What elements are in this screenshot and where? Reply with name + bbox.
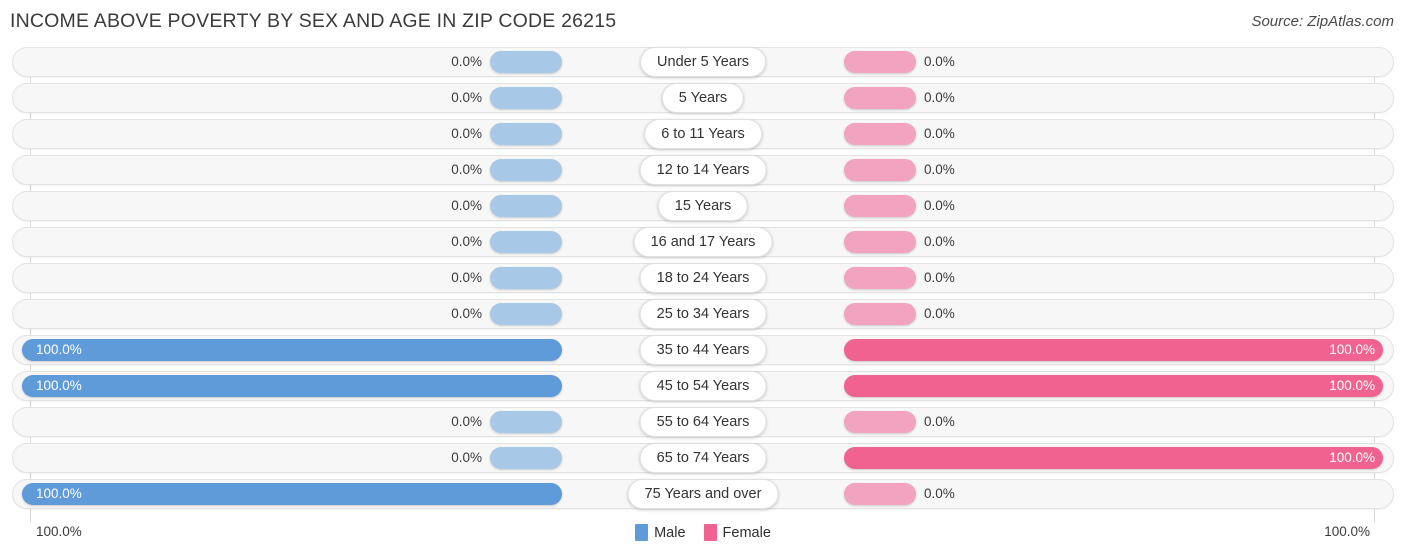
- male-value-label: 0.0%: [451, 90, 482, 105]
- male-bar[interactable]: [490, 447, 562, 469]
- male-value-label: 0.0%: [451, 414, 482, 429]
- legend-swatch-female-icon: [703, 524, 717, 541]
- chart-row: 0.0% 0.0% Under 5 Years: [0, 44, 1406, 80]
- male-value-label: 100.0%: [36, 342, 82, 357]
- male-bar[interactable]: [490, 87, 562, 109]
- category-label: 25 to 34 Years: [639, 299, 767, 329]
- female-value-label: 0.0%: [924, 126, 955, 141]
- chart-row: 0.0% 0.0% 16 and 17 Years: [0, 224, 1406, 260]
- male-value-label: 0.0%: [451, 234, 482, 249]
- category-label: 75 Years and over: [627, 479, 779, 509]
- female-value-label: 0.0%: [924, 414, 955, 429]
- category-label: 45 to 54 Years: [639, 371, 767, 401]
- female-bar[interactable]: [844, 123, 916, 145]
- male-value-label: 0.0%: [451, 54, 482, 69]
- male-bar[interactable]: [490, 231, 562, 253]
- category-label: 35 to 44 Years: [639, 335, 767, 365]
- chart-footer: 100.0% 100.0% Male Female: [0, 520, 1406, 559]
- female-bar[interactable]: [844, 159, 916, 181]
- male-bar-area: [22, 339, 562, 361]
- chart-row: 0.0% 0.0% 25 to 34 Years: [0, 296, 1406, 332]
- male-bar[interactable]: [490, 267, 562, 289]
- female-value-label: 0.0%: [924, 486, 955, 501]
- female-bar-area: [844, 339, 1383, 361]
- category-label: 12 to 14 Years: [639, 155, 767, 185]
- male-bar-area: [22, 483, 562, 505]
- chart-row: 0.0% 100.0% 65 to 74 Years: [0, 440, 1406, 476]
- male-bar-area: [22, 375, 562, 397]
- male-value-label: 100.0%: [36, 378, 82, 393]
- category-label: 5 Years: [661, 83, 745, 113]
- female-value-label: 0.0%: [924, 234, 955, 249]
- male-bar[interactable]: [490, 123, 562, 145]
- chart-row: 100.0% 100.0% 35 to 44 Years: [0, 332, 1406, 368]
- female-bar-area: [844, 375, 1383, 397]
- category-label: 18 to 24 Years: [639, 263, 767, 293]
- female-value-label: 0.0%: [924, 162, 955, 177]
- female-bar[interactable]: [844, 231, 916, 253]
- male-bar[interactable]: [490, 411, 562, 433]
- female-bar[interactable]: [844, 303, 916, 325]
- legend-item-female[interactable]: Female: [703, 524, 771, 541]
- male-bar[interactable]: [22, 483, 562, 505]
- female-bar[interactable]: [844, 87, 916, 109]
- chart-page: INCOME ABOVE POVERTY BY SEX AND AGE IN Z…: [0, 0, 1406, 559]
- female-value-label: 0.0%: [924, 306, 955, 321]
- female-value-label: 100.0%: [1329, 450, 1375, 465]
- chart-row: 0.0% 0.0% 18 to 24 Years: [0, 260, 1406, 296]
- female-value-label: 0.0%: [924, 198, 955, 213]
- chart-row: 100.0% 0.0% 75 Years and over: [0, 476, 1406, 512]
- female-value-label: 0.0%: [924, 270, 955, 285]
- male-bar[interactable]: [490, 159, 562, 181]
- female-value-label: 100.0%: [1329, 342, 1375, 357]
- chart-row: 0.0% 0.0% 6 to 11 Years: [0, 116, 1406, 152]
- legend-swatch-male-icon: [635, 524, 649, 541]
- female-bar[interactable]: [844, 375, 1383, 397]
- female-bar[interactable]: [844, 267, 916, 289]
- category-label: 6 to 11 Years: [644, 119, 762, 149]
- female-bar[interactable]: [844, 447, 1383, 469]
- male-value-label: 0.0%: [451, 270, 482, 285]
- male-bar[interactable]: [22, 339, 562, 361]
- category-label: 65 to 74 Years: [639, 443, 767, 473]
- male-value-label: 0.0%: [451, 198, 482, 213]
- female-bar[interactable]: [844, 483, 916, 505]
- female-bar[interactable]: [844, 339, 1383, 361]
- male-value-label: 100.0%: [36, 486, 82, 501]
- male-value-label: 0.0%: [451, 126, 482, 141]
- source-attribution: Source: ZipAtlas.com: [1251, 13, 1394, 30]
- legend-item-male[interactable]: Male: [635, 524, 686, 541]
- male-value-label: 0.0%: [451, 306, 482, 321]
- female-bar[interactable]: [844, 195, 916, 217]
- category-label: 55 to 64 Years: [639, 407, 767, 437]
- male-bar[interactable]: [490, 195, 562, 217]
- female-value-label: 0.0%: [924, 90, 955, 105]
- legend-label-female: Female: [722, 524, 771, 541]
- legend-label-male: Male: [654, 524, 686, 541]
- chart-row: 0.0% 0.0% 5 Years: [0, 80, 1406, 116]
- chart-row: 0.0% 0.0% 55 to 64 Years: [0, 404, 1406, 440]
- female-value-label: 100.0%: [1329, 378, 1375, 393]
- chart-legend: Male Female: [0, 524, 1406, 541]
- female-value-label: 0.0%: [924, 54, 955, 69]
- category-label: 16 and 17 Years: [633, 227, 773, 257]
- male-value-label: 0.0%: [451, 162, 482, 177]
- chart-rows: 0.0% 0.0% Under 5 Years 0.0% 0.0% 5 Years 0.0%…: [0, 44, 1406, 512]
- page-title: INCOME ABOVE POVERTY BY SEX AND AGE IN Z…: [10, 10, 617, 32]
- chart-row: 0.0% 0.0% 15 Years: [0, 188, 1406, 224]
- chart-row: 0.0% 0.0% 12 to 14 Years: [0, 152, 1406, 188]
- category-label: Under 5 Years: [640, 47, 766, 77]
- female-bar[interactable]: [844, 411, 916, 433]
- female-bar[interactable]: [844, 51, 916, 73]
- male-bar[interactable]: [490, 303, 562, 325]
- chart-header: INCOME ABOVE POVERTY BY SEX AND AGE IN Z…: [0, 0, 1406, 44]
- male-bar[interactable]: [490, 51, 562, 73]
- female-bar-area: [844, 447, 1383, 469]
- male-value-label: 0.0%: [451, 450, 482, 465]
- category-label: 15 Years: [657, 191, 749, 221]
- chart-plot-area: 0.0% 0.0% Under 5 Years 0.0% 0.0% 5 Years 0.0%…: [0, 44, 1406, 522]
- chart-row: 100.0% 100.0% 45 to 54 Years: [0, 368, 1406, 404]
- male-bar[interactable]: [22, 375, 562, 397]
